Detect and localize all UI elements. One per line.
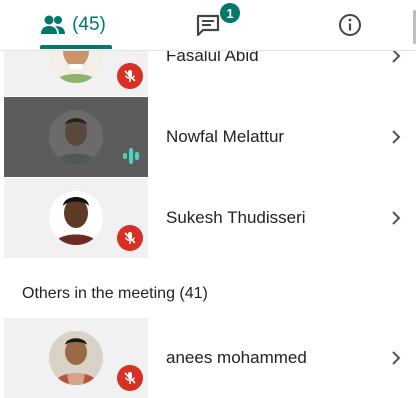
avatar bbox=[49, 191, 103, 245]
people-count: (45) bbox=[72, 14, 106, 35]
participant-name: Sukesh Thudisseri bbox=[166, 208, 306, 227]
participant-row[interactable]: Sukesh Thudisseri bbox=[0, 178, 416, 258]
tab-people[interactable]: (45) bbox=[30, 0, 116, 50]
participant-tile bbox=[4, 51, 148, 96]
speaking-icon bbox=[123, 148, 139, 164]
chat-icon bbox=[196, 14, 220, 37]
participant-list: Fasalul Abid Nowfal Melattur Sukesh Thud… bbox=[0, 51, 416, 398]
chat-badge: 1 bbox=[220, 3, 240, 23]
participant-tile bbox=[4, 318, 148, 398]
avatar bbox=[49, 51, 103, 83]
active-tab-indicator bbox=[40, 45, 112, 49]
avatar bbox=[49, 331, 103, 385]
tab-bar: (45) 1 bbox=[0, 0, 416, 50]
mic-off-icon bbox=[117, 225, 143, 251]
chevron-right-icon[interactable] bbox=[390, 348, 402, 368]
participant-name: anees mohammed bbox=[166, 348, 307, 367]
chevron-right-icon[interactable] bbox=[390, 127, 402, 147]
participant-row[interactable]: anees mohammed bbox=[0, 318, 416, 398]
people-icon bbox=[41, 15, 66, 34]
tab-chat[interactable]: 1 bbox=[178, 0, 240, 50]
participant-name: Nowfal Melattur bbox=[166, 127, 285, 146]
mic-off-icon bbox=[117, 365, 143, 391]
participant-tile bbox=[4, 97, 148, 177]
participant-tile bbox=[4, 178, 148, 258]
others-section-header: Others in the meeting (41) bbox=[22, 285, 208, 302]
avatar bbox=[49, 110, 103, 164]
participant-row[interactable]: Fasalul Abid bbox=[0, 51, 416, 96]
tab-info[interactable] bbox=[328, 0, 372, 50]
chevron-right-icon[interactable] bbox=[390, 208, 402, 228]
participant-row[interactable]: Nowfal Melattur bbox=[0, 97, 416, 177]
info-icon bbox=[339, 14, 361, 36]
participant-name: Fasalul Abid bbox=[166, 51, 259, 65]
mic-off-icon bbox=[117, 63, 143, 89]
chevron-right-icon[interactable] bbox=[390, 51, 402, 66]
